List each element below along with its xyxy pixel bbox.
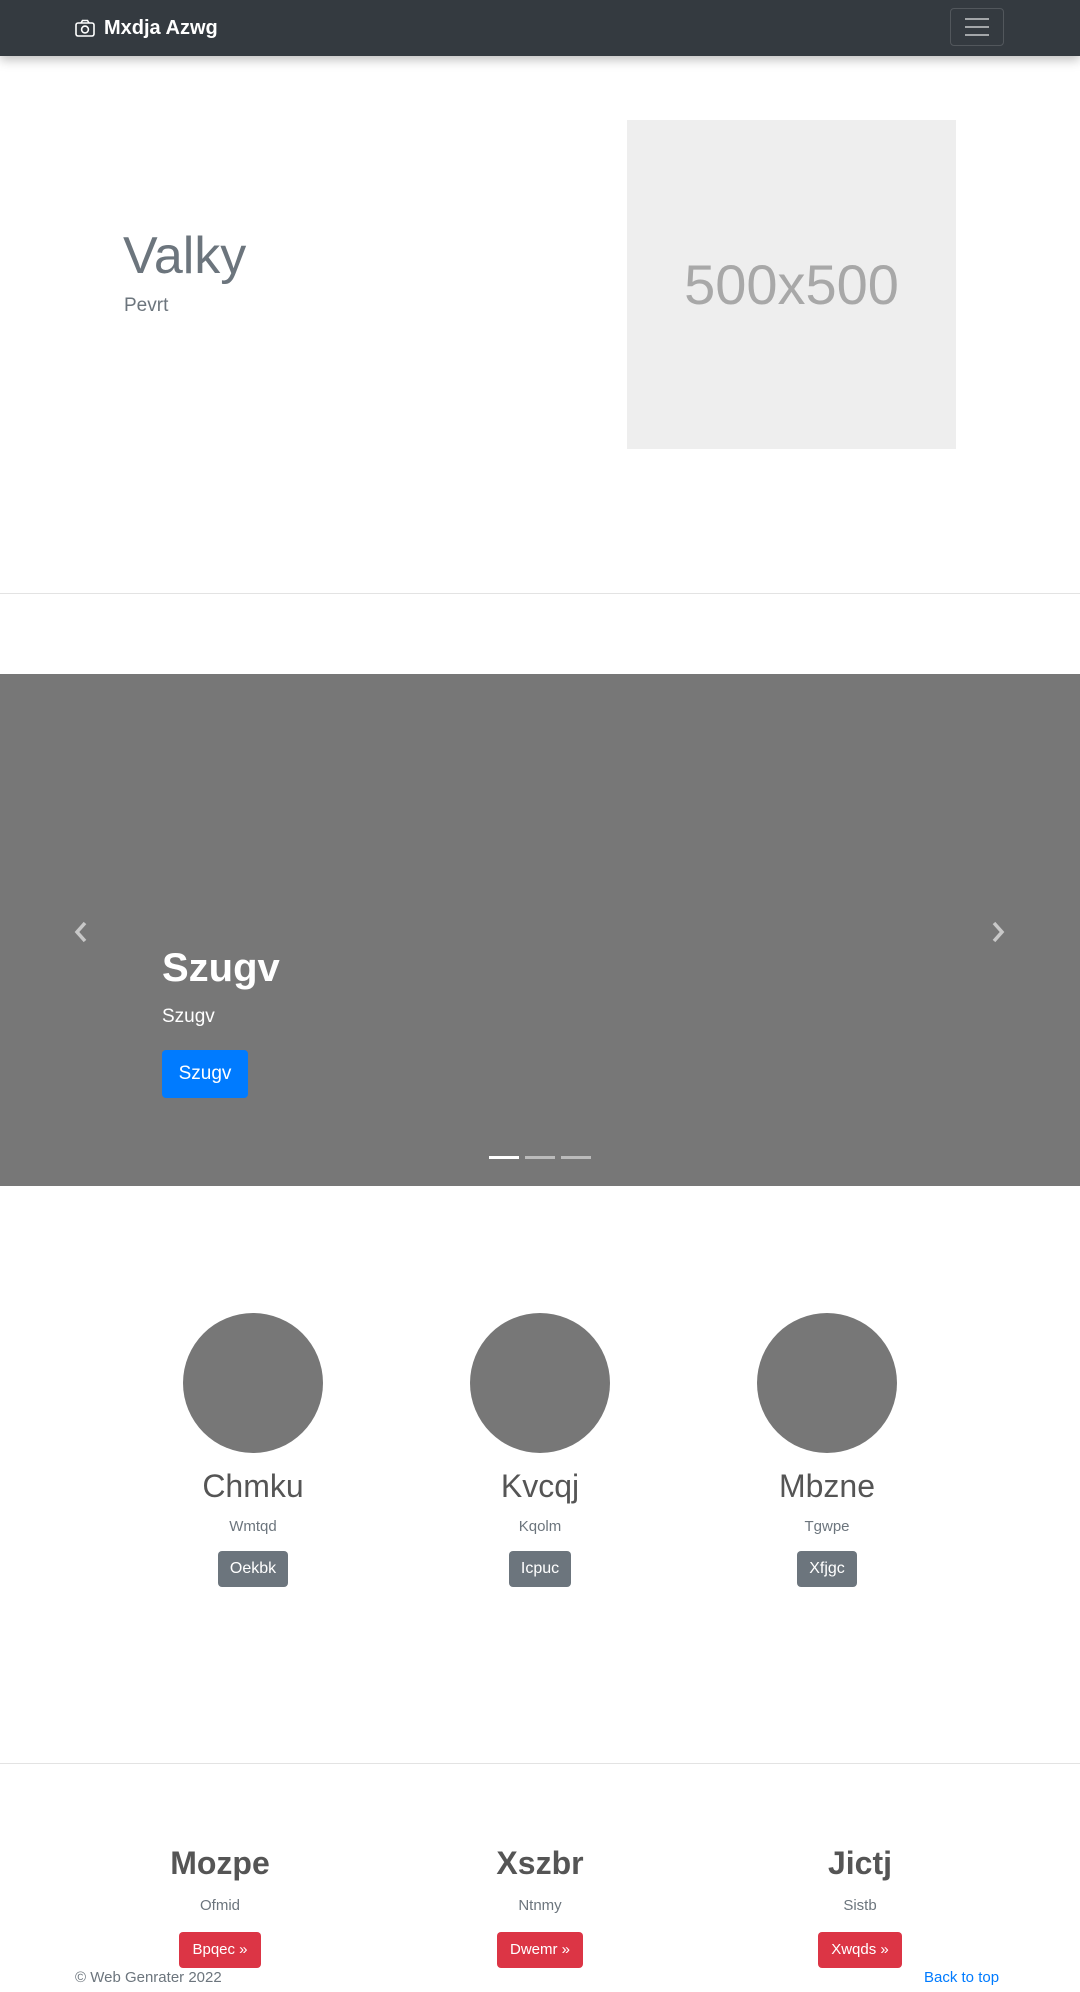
bottom-column: Mozpe Ofmid Bpqec » xyxy=(90,1845,350,1969)
footer-copyright: © Web Genrater 2022 xyxy=(75,1969,222,1986)
carousel: Szugv Szugv Szugv xyxy=(0,674,1080,1186)
feature-button[interactable]: Icpuc xyxy=(508,1551,572,1588)
carousel-prev-button[interactable] xyxy=(61,912,101,952)
carousel-indicator[interactable] xyxy=(525,1156,555,1159)
bottom-subtitle: Ntnmy xyxy=(518,1897,562,1915)
brand-name: Mxdja Azwg xyxy=(104,16,218,39)
carousel-caption-button[interactable]: Szugv xyxy=(162,1050,248,1098)
navbar-toggle-button[interactable] xyxy=(950,8,1004,46)
hamburger-icon xyxy=(965,34,989,36)
bottom-button[interactable]: Dwemr » xyxy=(496,1932,583,1969)
hero-subtitle: Pevrt xyxy=(124,295,169,316)
feature-column: Mbzne Tgwpe Xfjgc xyxy=(707,1313,947,1588)
hamburger-icon xyxy=(965,26,989,28)
camera-icon xyxy=(75,19,95,37)
divider xyxy=(0,593,1080,594)
placeholder-label: 500x500 xyxy=(684,253,899,316)
carousel-indicator[interactable] xyxy=(561,1156,591,1159)
divider xyxy=(0,1763,1080,1764)
feature-column: Kvcqj Kqolm Icpuc xyxy=(420,1313,660,1588)
hero-placeholder-image: 500x500 xyxy=(627,120,956,449)
feature-image xyxy=(183,1313,323,1453)
feature-subtitle: Kqolm xyxy=(518,1518,562,1536)
feature-title: Mbzne xyxy=(778,1468,876,1504)
bottom-button[interactable]: Bpqec » xyxy=(179,1932,261,1969)
bottom-column: Jictj Sistb Xwqds » xyxy=(730,1845,990,1969)
carousel-caption-title: Szugv xyxy=(162,946,280,990)
bottom-title: Jictj xyxy=(827,1845,893,1881)
hamburger-icon xyxy=(965,18,989,20)
hero-title: Valky xyxy=(123,227,247,285)
carousel-indicators xyxy=(489,1156,591,1159)
chevron-left-icon xyxy=(74,921,87,943)
feature-button[interactable]: Oekbk xyxy=(217,1551,289,1588)
bottom-subtitle: Sistb xyxy=(843,1897,877,1915)
carousel-indicator[interactable] xyxy=(489,1156,519,1159)
chevron-right-icon xyxy=(992,921,1005,943)
bottom-title: Xszbr xyxy=(496,1845,584,1881)
feature-subtitle: Tgwpe xyxy=(804,1518,850,1536)
feature-title: Chmku xyxy=(202,1468,304,1504)
navbar: Mxdja Azwg xyxy=(0,0,1080,56)
carousel-caption-text: Szugv xyxy=(162,1006,215,1027)
bottom-column: Xszbr Ntnmy Dwemr » xyxy=(410,1845,670,1969)
navbar-brand[interactable]: Mxdja Azwg xyxy=(75,0,218,56)
feature-image xyxy=(757,1313,897,1453)
bottom-subtitle: Ofmid xyxy=(199,1897,240,1915)
back-to-top-link[interactable]: Back to top xyxy=(924,1969,999,1986)
bottom-title: Mozpe xyxy=(170,1845,270,1881)
feature-image xyxy=(470,1313,610,1453)
feature-column: Chmku Wmtqd Oekbk xyxy=(133,1313,373,1588)
feature-button[interactable]: Xfjgc xyxy=(797,1551,857,1588)
feature-subtitle: Wmtqd xyxy=(229,1518,277,1536)
carousel-next-button[interactable] xyxy=(978,912,1018,952)
feature-title: Kvcqj xyxy=(500,1468,580,1504)
bottom-button[interactable]: Xwqds » xyxy=(818,1932,902,1969)
